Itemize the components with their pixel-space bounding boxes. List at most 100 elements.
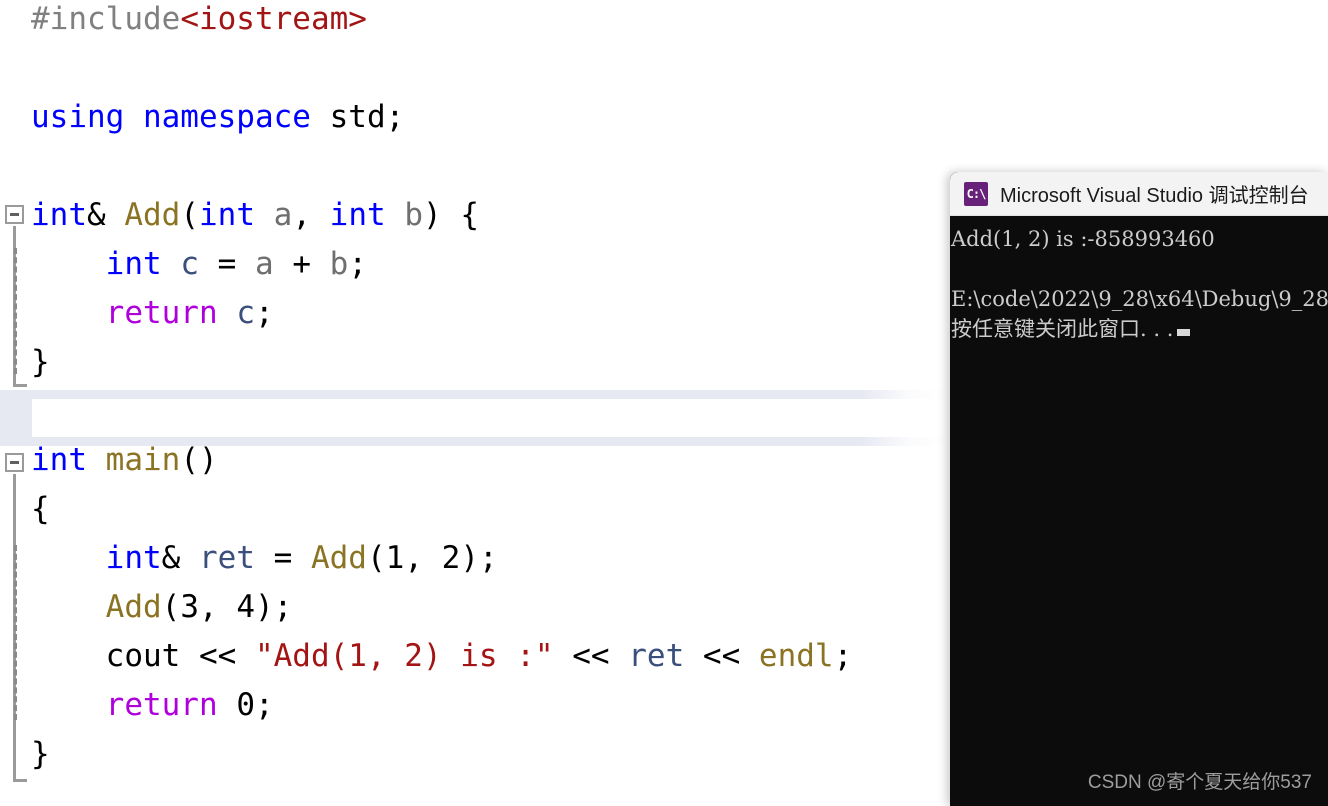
code-token: int: [329, 197, 386, 233]
code-line-text: int& ret = Add(1, 2);: [0, 534, 498, 583]
console-cursor: [1177, 329, 1191, 336]
code-token: a: [255, 246, 274, 282]
code-token: int: [31, 197, 87, 233]
screenshot-root: #include<iostream> using namespace std; in…: [0, 0, 1328, 806]
code-token: ,: [199, 589, 237, 625]
code-token: =: [199, 246, 255, 282]
code-token: (: [180, 197, 199, 233]
code-token: Add: [124, 197, 181, 233]
code-line-text: return c;: [0, 289, 274, 338]
code-token: using namespace: [31, 99, 311, 135]
code-line-7[interactable]: return c;: [0, 289, 274, 338]
code-token: b: [329, 246, 349, 282]
code-token: int: [199, 197, 255, 233]
code-token: a: [273, 197, 293, 233]
code-token: }: [31, 344, 50, 380]
code-token: 1: [385, 540, 405, 576]
code-line-text: Add(3, 4);: [0, 583, 293, 632]
code-line-text: }: [0, 338, 50, 387]
code-line-text: {: [0, 485, 50, 534]
code-token: b: [404, 197, 424, 233]
code-token: <iostream>: [180, 1, 367, 37]
code-token: ) {: [423, 197, 480, 233]
code-line-text: return 0;: [0, 681, 274, 730]
code-line-6[interactable]: int c = a + b;: [0, 240, 367, 289]
code-line-text: #include<iostream>: [0, 0, 367, 44]
code-line-14[interactable]: cout << "Add(1, 2) is :" << ret << endl;: [0, 632, 853, 681]
code-token: "Add(1, 2) is :": [254, 638, 554, 674]
code-line-10[interactable]: int main(): [0, 436, 218, 485]
code-line-text: int& Add(int a, int b) {: [0, 191, 479, 240]
code-line-16[interactable]: }: [0, 730, 50, 779]
code-line-11[interactable]: {: [0, 485, 50, 534]
console-line: E:\code\2022\9_28\x64\Debug\9_28: [951, 287, 1328, 311]
debug-console-window[interactable]: C:\ Microsoft Visual Studio 调试控制台 Add(1,…: [950, 172, 1328, 806]
code-token: (: [161, 589, 181, 625]
code-line-2[interactable]: [0, 44, 31, 93]
console-output-area[interactable]: Add(1, 2) is :-858993460 E:\code\2022\9_2…: [950, 216, 1328, 806]
code-token: <<: [553, 638, 629, 674]
csdn-watermark: CSDN @寄个夏天给你537: [1087, 772, 1312, 793]
collapsed-region-box[interactable]: [31, 398, 948, 438]
code-line-3[interactable]: using namespace std;: [0, 93, 404, 142]
code-line-text: int c = a + b;: [0, 240, 367, 289]
code-token: =: [254, 540, 311, 576]
code-line-9[interactable]: [0, 387, 31, 436]
fold-foot-main: [13, 779, 27, 782]
console-titlebar[interactable]: C:\ Microsoft Visual Studio 调试控制台: [950, 172, 1328, 216]
code-token: cout <<: [31, 638, 255, 674]
code-token: ;: [833, 638, 853, 674]
code-token: endl: [758, 638, 834, 674]
code-token: ret: [628, 638, 685, 674]
code-token: int: [105, 246, 162, 282]
code-line-text: using namespace std;: [0, 93, 404, 142]
code-token: ret: [198, 540, 255, 576]
console-line: Add(1, 2) is :-858993460: [951, 227, 1215, 251]
code-token: }: [31, 736, 50, 772]
code-token: ;: [348, 246, 368, 282]
code-token: );: [460, 540, 498, 576]
code-token: ,: [292, 197, 330, 233]
code-line-4[interactable]: [0, 142, 31, 191]
console-line: 按任意键关闭此窗口. . .: [950, 314, 1328, 344]
code-token: +: [273, 246, 330, 282]
code-token: int: [31, 442, 87, 478]
code-token: &: [161, 540, 199, 576]
code-line-5[interactable]: int& Add(int a, int b) {: [0, 191, 479, 240]
code-token: return: [105, 687, 218, 723]
code-line-13[interactable]: Add(3, 4);: [0, 583, 293, 632]
console-title: Microsoft Visual Studio 调试控制台: [1000, 185, 1309, 207]
code-line-12[interactable]: int& ret = Add(1, 2);: [0, 534, 498, 583]
code-token: 4: [236, 589, 255, 625]
code-line-8[interactable]: }: [0, 338, 50, 387]
code-token: 2: [441, 540, 461, 576]
code-line-1[interactable]: #include<iostream>: [0, 0, 367, 44]
code-line-15[interactable]: return 0;: [0, 681, 274, 730]
code-token: ,: [404, 540, 442, 576]
code-line-text: cout << "Add(1, 2) is :" << ret << endl;: [0, 632, 853, 681]
code-token: );: [255, 589, 293, 625]
code-token: ;: [254, 687, 274, 723]
code-token: (): [180, 442, 218, 478]
console-cmd-icon: C:\: [964, 181, 988, 206]
code-token: return: [105, 295, 218, 331]
code-token: std;: [310, 99, 405, 135]
code-token: 0: [236, 687, 255, 723]
code-token: c: [236, 295, 255, 331]
code-token: #include: [31, 1, 181, 37]
code-token: <<: [684, 638, 759, 674]
code-token: c: [180, 246, 199, 282]
code-line-text: }: [0, 730, 50, 779]
